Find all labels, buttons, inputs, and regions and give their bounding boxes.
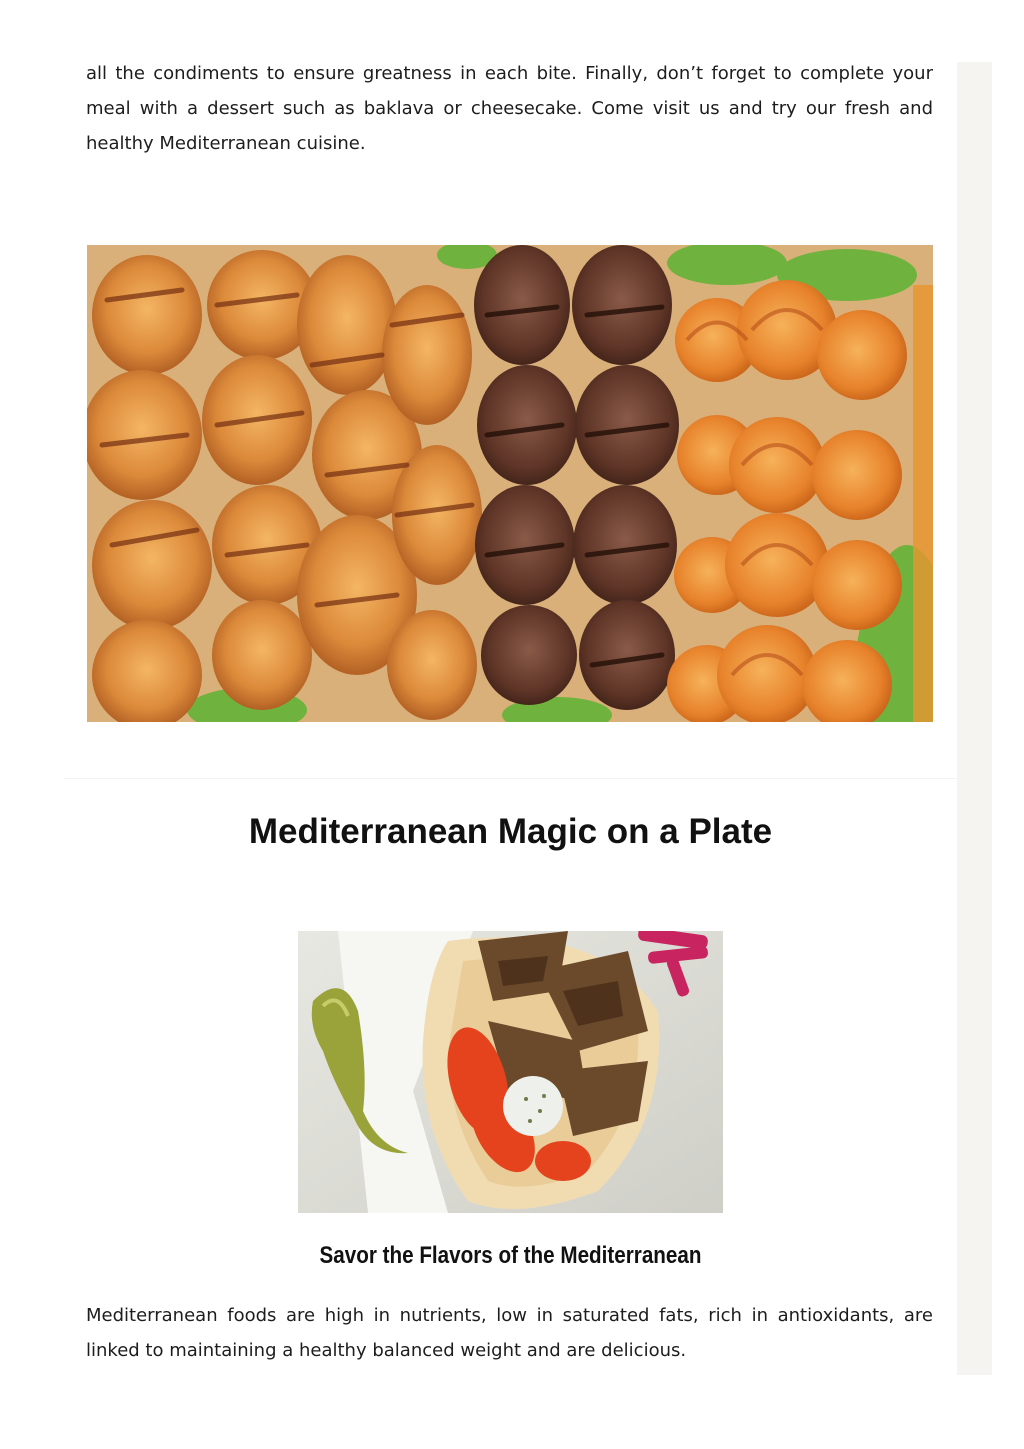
gyro-wrap-image [298, 931, 723, 1213]
intro-paragraph: all the condiments to ensure greatness i… [86, 63, 933, 154]
scrollbar-track[interactable] [957, 62, 992, 1375]
section-title: Mediterranean Magic on a Plate [248, 812, 773, 851]
section-divider [64, 778, 957, 779]
image-caption: Savor the Flavors of the Mediterranean [319, 1242, 702, 1269]
body-paragraph: Mediterranean foods are high in nutrient… [86, 1305, 933, 1361]
kebab-platter-image [87, 245, 933, 722]
